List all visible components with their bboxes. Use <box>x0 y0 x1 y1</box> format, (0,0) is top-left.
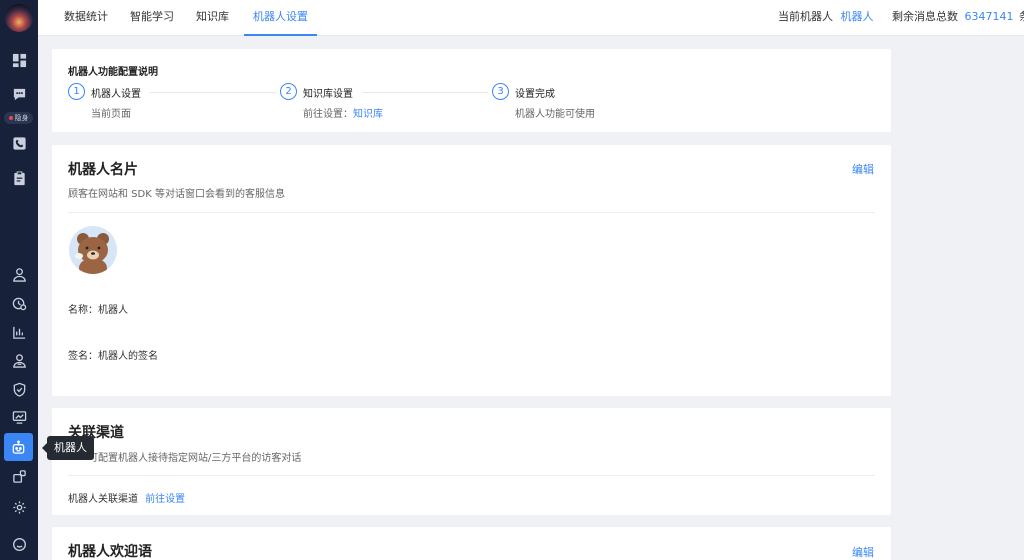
tab-statistics[interactable]: 数据统计 <box>64 0 108 36</box>
tab-robot-settings[interactable]: 机器人设置 <box>244 0 317 36</box>
welcome-card: 机器人欢迎语 编辑 <box>52 527 891 560</box>
step-label: 知识库设置 <box>303 89 353 100</box>
monitor-icon[interactable] <box>0 405 38 429</box>
stealth-status-badge[interactable]: 隐身 <box>4 112 33 124</box>
robot-avatar <box>69 226 117 274</box>
tab-knowledge-base[interactable]: 知识库 <box>196 0 229 36</box>
step-label: 设置完成 <box>515 89 555 100</box>
step-number: 3 <box>492 83 509 100</box>
channel-settings-link[interactable]: 前往设置 <box>145 494 185 505</box>
step-number: 1 <box>68 83 85 100</box>
edit-profile-button[interactable]: 编辑 <box>852 161 874 177</box>
stats-icon[interactable] <box>0 320 38 344</box>
bear-avatar-icon <box>69 226 117 274</box>
contact-icon[interactable] <box>0 262 38 286</box>
current-robot: 当前机器人 机器人 <box>778 0 874 36</box>
divider <box>68 212 875 213</box>
channel-card: 关联渠道 可配置机器人接待指定网站/三方平台的访客对话 机器人关联渠道 前往设置 <box>52 408 891 515</box>
remaining-messages: 剩余消息总数 6347141 条 <box>892 0 1024 36</box>
remaining-label: 剩余消息总数 <box>892 10 958 23</box>
knowledge-base-link[interactable]: 知识库 <box>353 109 383 120</box>
remaining-count: 6347141 <box>964 10 1014 23</box>
card-subtitle: 顾客在网站和 SDK 等对话窗口会看到的客服信息 <box>68 189 285 200</box>
channel-row-label: 机器人关联渠道 <box>68 494 138 505</box>
divider <box>68 475 875 476</box>
step-desc: 前往设置：知识库 <box>303 109 383 120</box>
config-guide-card: 机器人功能配置说明 1 机器人设置 当前页面 2 知识库设置 前往设置：知识库 … <box>52 49 891 132</box>
card-title: 机器人名片 <box>68 162 138 178</box>
robot-icon[interactable] <box>4 433 33 461</box>
dashboard-icon[interactable] <box>0 48 38 72</box>
robot-profile-card: 机器人名片 编辑 顾客在网站和 SDK 等对话窗口会看到的客服信息 名称：机器人… <box>52 145 891 396</box>
right-empty-area <box>891 37 1024 560</box>
current-robot-link[interactable]: 机器人 <box>841 10 874 23</box>
team-icon[interactable] <box>0 348 38 372</box>
step-label: 机器人设置 <box>91 89 141 100</box>
security-icon[interactable] <box>0 377 38 401</box>
ticket-icon[interactable] <box>0 166 38 190</box>
edit-welcome-button[interactable]: 编辑 <box>852 544 874 560</box>
card-title: 机器人欢迎语 <box>68 544 152 560</box>
help-icon[interactable] <box>0 532 38 556</box>
chat-icon[interactable] <box>0 82 38 106</box>
step-connector <box>150 92 276 93</box>
robot-name: 名称：机器人 <box>68 305 128 316</box>
step-desc: 当前页面 <box>91 109 131 120</box>
card-subtitle: 可配置机器人接待指定网站/三方平台的访客对话 <box>88 453 302 464</box>
status-dot-icon <box>8 116 13 120</box>
config-guide-title: 机器人功能配置说明 <box>68 67 158 78</box>
current-robot-label: 当前机器人 <box>778 10 833 23</box>
call-icon[interactable] <box>0 131 38 155</box>
channel-row: 机器人关联渠道 前往设置 <box>68 490 185 505</box>
sidebar: 隐身 <box>0 0 38 560</box>
robot-tooltip: 机器人 <box>42 436 94 460</box>
tab-smart-learning[interactable]: 智能学习 <box>130 0 174 36</box>
plugin-icon[interactable] <box>0 464 38 488</box>
remaining-unit: 条 <box>1019 10 1024 23</box>
logo[interactable] <box>5 4 33 32</box>
step-connector <box>362 92 488 93</box>
settings-icon[interactable] <box>0 495 38 519</box>
step-number: 2 <box>280 83 297 100</box>
top-nav-bar: 数据统计 智能学习 知识库 机器人设置 当前机器人 机器人 剩余消息总数 634… <box>38 0 1024 36</box>
step-desc: 机器人功能可使用 <box>515 109 595 120</box>
robot-signature: 签名：机器人的签名 <box>68 351 158 362</box>
history-icon[interactable] <box>0 291 38 315</box>
